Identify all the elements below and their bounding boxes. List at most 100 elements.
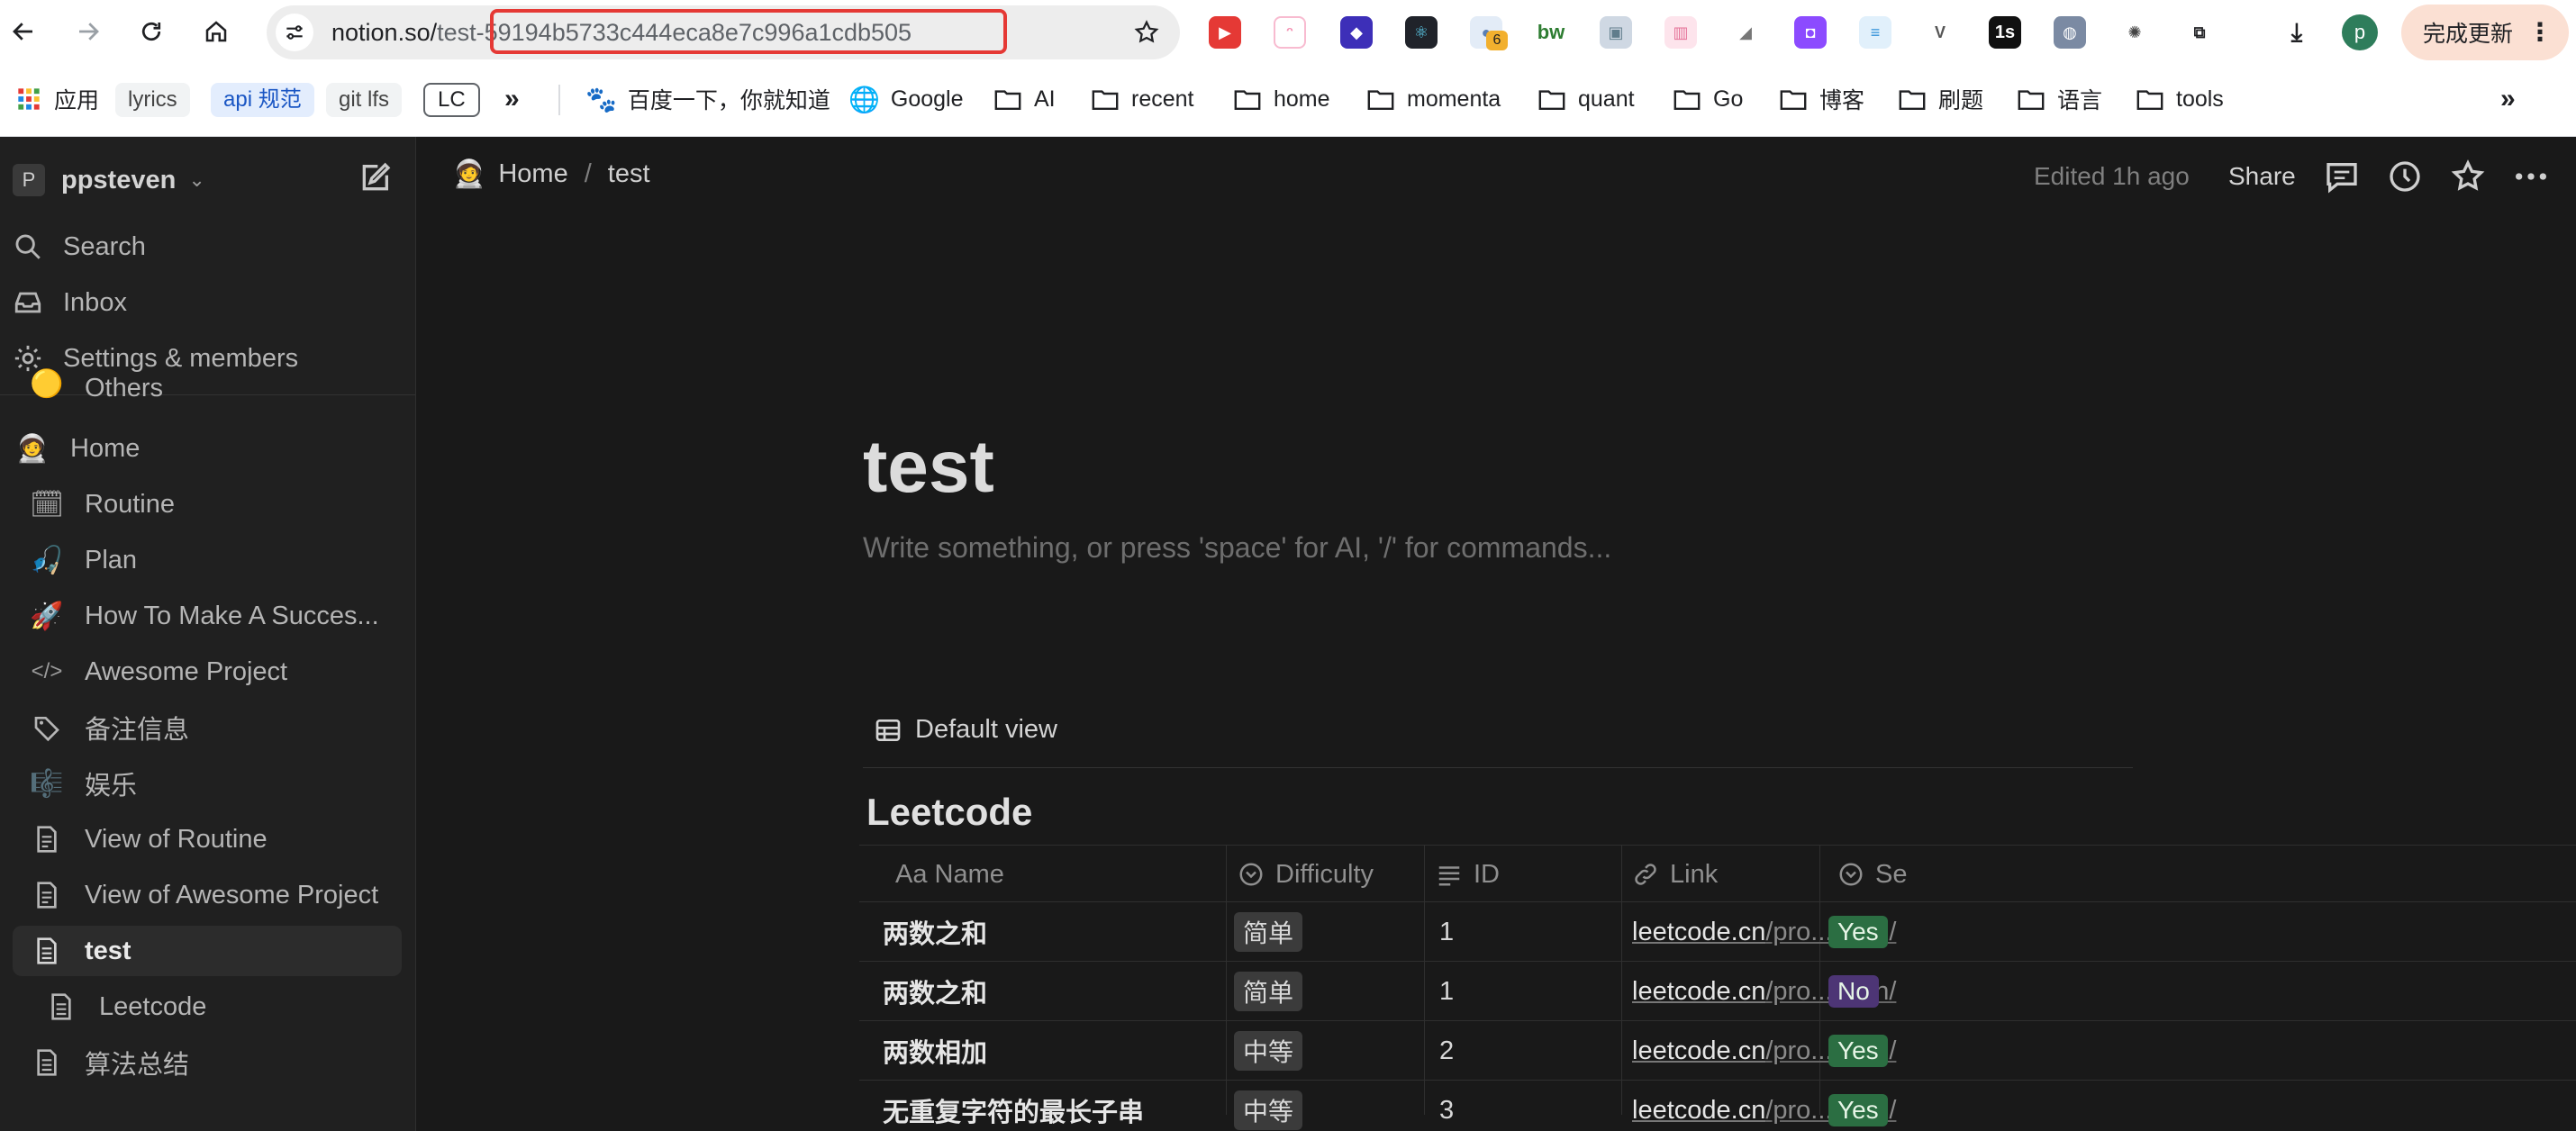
bw-extension-icon[interactable]: bw <box>1535 16 1567 49</box>
cell-id[interactable]: 2 <box>1439 1021 1454 1081</box>
bookmark-apps[interactable]: 应用 <box>16 81 99 117</box>
table-row[interactable]: 两数之和简单1leetcode.cn/pro...ption/No <box>859 962 2576 1021</box>
history-clock-icon[interactable] <box>2387 158 2423 195</box>
cell-name[interactable]: 两数之和 <box>883 962 987 1021</box>
bookmarks-overflow-left[interactable]: » <box>504 81 520 117</box>
bookmark-folder-blog[interactable]: 博客 <box>1780 81 1864 117</box>
bookmark-folder-home[interactable]: home <box>1234 81 1330 117</box>
youtube-extension-icon[interactable]: ▶ <box>1209 16 1241 49</box>
page-title[interactable]: test <box>863 425 994 510</box>
bookmark-star-icon[interactable] <box>1133 19 1160 46</box>
editor-placeholder[interactable]: Write something, or press 'space' for AI… <box>863 531 1611 565</box>
sidebar-item-others[interactable]: 🟡 Others <box>13 367 402 403</box>
update-button[interactable]: 完成更新 ⋮ <box>2401 5 2569 60</box>
column-header-link[interactable]: Link <box>1632 846 1718 903</box>
bookmark-lyrics[interactable]: lyrics <box>115 83 190 117</box>
reader-extension-icon[interactable]: ≡ <box>1859 16 1891 49</box>
breadcrumb-current[interactable]: test <box>608 159 650 189</box>
cell-difficulty[interactable]: 中等 <box>1234 1081 1303 1131</box>
home-button[interactable] <box>196 12 236 51</box>
workspace-switcher[interactable]: P ppsteven ⌄ <box>13 158 205 202</box>
link-host[interactable]: leetcode.cn <box>1632 918 1765 947</box>
1s-extension-icon[interactable]: 1s <box>1989 16 2021 49</box>
bookmark-folder-quant[interactable]: quant <box>1538 81 1635 117</box>
forward-button[interactable] <box>68 12 108 51</box>
bookmark-folder-momenta[interactable]: momenta <box>1367 81 1501 117</box>
profile-avatar[interactable]: p <box>2342 14 2378 50</box>
link-host[interactable]: leetcode.cn <box>1632 1096 1765 1126</box>
breadcrumb-home[interactable]: Home <box>498 159 567 189</box>
bookmarks-overflow-right[interactable]: » <box>2500 81 2516 117</box>
bookmark-folder-tools[interactable]: tools <box>2136 81 2224 117</box>
share-button[interactable]: Share <box>2228 162 2296 191</box>
cell-status[interactable]: Yes <box>1828 1081 1888 1131</box>
sidebar-search[interactable]: Search <box>13 222 146 272</box>
bookmark-baidu[interactable]: 🐾 百度一下，你就知道 <box>585 81 830 117</box>
sidebar-inbox[interactable]: Inbox <box>13 277 127 328</box>
cell-name[interactable]: 两数之和 <box>883 902 987 962</box>
favorite-star-icon[interactable] <box>2450 158 2486 195</box>
site-info-icon[interactable] <box>276 14 313 51</box>
more-horizontal-icon[interactable] <box>2513 158 2549 195</box>
sidebar-item-view-of-awesome-project[interactable]: View of Awesome Project <box>13 870 402 920</box>
cat-extension-icon[interactable]: ᵔ <box>1274 16 1306 49</box>
purple-extension-icon[interactable]: ◘ <box>1794 16 1827 49</box>
cell-name[interactable]: 两数相加 <box>883 1021 987 1081</box>
column-header-name[interactable]: Aa Name <box>895 846 1004 903</box>
sidebar-item-leetcode[interactable]: Leetcode <box>13 982 402 1032</box>
bookmark-google[interactable]: 🌐 Google <box>848 81 964 117</box>
new-page-icon[interactable] <box>357 160 393 196</box>
cell-difficulty[interactable]: 简单 <box>1234 902 1303 962</box>
column-header-difficulty[interactable]: Difficulty <box>1238 846 1374 903</box>
layers-extension-icon[interactable]: ◆ <box>1340 16 1373 49</box>
react-devtools-icon[interactable]: ⚛ <box>1405 16 1438 49</box>
cell-status[interactable]: Yes <box>1828 1021 1888 1081</box>
sidebar-item-routine[interactable]: 🗓 Routine <box>13 479 402 529</box>
cell-id[interactable]: 1 <box>1439 962 1454 1021</box>
cell-difficulty[interactable]: 中等 <box>1234 1021 1303 1081</box>
link-host[interactable]: leetcode.cn <box>1632 1036 1765 1066</box>
cell-status[interactable]: No <box>1828 962 1879 1021</box>
globe-extension-icon[interactable]: ◍ <box>2054 16 2086 49</box>
sidebar-item-entertainment[interactable]: 🎼 娱乐 <box>13 758 402 809</box>
bookmark-folder-languages[interactable]: 语言 <box>2018 81 2102 117</box>
sidebar-item-test[interactable]: test <box>13 926 402 976</box>
sidebar-item-home[interactable]: 🧑‍🚀 Home <box>13 423 402 474</box>
eraser-extension-icon[interactable]: ◢ <box>1729 16 1762 49</box>
table-row[interactable]: 无重复字符的最长子串中等3leetcode.cn/pro...ption/Yes <box>859 1081 2576 1131</box>
back-button[interactable] <box>4 12 43 51</box>
download-icon[interactable]: ⤓ <box>2281 16 2313 49</box>
bookmark-folder-go[interactable]: Go <box>1673 81 1743 117</box>
cell-difficulty[interactable]: 简单 <box>1234 962 1303 1021</box>
puzzle-extensions-icon[interactable]: ⧉ <box>2183 16 2216 49</box>
cell-name[interactable]: 无重复字符的最长子串 <box>883 1081 1144 1131</box>
sidebar-item-algorithm-summary[interactable]: 算法总结 <box>13 1037 402 1088</box>
sidebar-item-notes[interactable]: 备注信息 <box>13 702 402 753</box>
link-host[interactable]: leetcode.cn <box>1632 977 1765 1007</box>
cell-status[interactable]: Yes <box>1828 902 1888 962</box>
view-tab-default[interactable]: Default view <box>874 715 1057 745</box>
sidebar-item-plan[interactable]: 🎣 Plan <box>13 535 402 585</box>
column-header-id[interactable]: ID <box>1436 846 1500 903</box>
sidebar-item-awesome-project[interactable]: </> Awesome Project <box>13 647 402 697</box>
database-title[interactable]: Leetcode <box>866 791 1032 834</box>
bookmark-api-spec[interactable]: api 规范 <box>211 83 314 117</box>
reload-button[interactable] <box>132 12 171 51</box>
sidebar-item-how-to[interactable]: 🚀 How To Make A Succes... <box>13 591 402 641</box>
table-row[interactable]: 两数相加中等2leetcode.cn/pro...ption/Yes <box>859 1021 2576 1081</box>
cell-id[interactable]: 1 <box>1439 902 1454 962</box>
bookmark-lc[interactable]: LC <box>423 83 480 117</box>
cell-id[interactable]: 3 <box>1439 1081 1454 1131</box>
more-menu-icon[interactable]: ⋮ <box>2527 17 2553 47</box>
v-extension-icon[interactable]: V <box>1924 16 1956 49</box>
bookmark-folder-practice[interactable]: 刷题 <box>1899 81 1983 117</box>
tv-extension-icon[interactable]: ▥ <box>1664 16 1697 49</box>
sidebar-item-view-of-routine[interactable]: View of Routine <box>13 814 402 864</box>
bookmark-folder-recent[interactable]: recent <box>1092 81 1193 117</box>
bookmark-git-lfs[interactable]: git lfs <box>326 83 403 117</box>
table-row[interactable]: 两数之和简单1leetcode.cn/pro...ption/Yes <box>859 902 2576 962</box>
bookmark-folder-ai[interactable]: AI <box>994 81 1056 117</box>
save-extension-icon[interactable]: ▣ <box>1600 16 1632 49</box>
comment-icon[interactable] <box>2324 158 2360 195</box>
openai-extension-icon[interactable]: ✺ <box>2118 16 2151 49</box>
